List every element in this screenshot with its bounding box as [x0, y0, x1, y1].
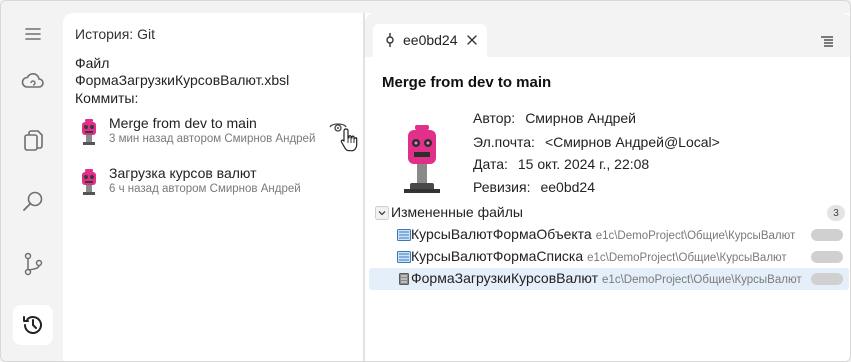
- file-item-name: ФормаЗагрузкиКурсовВалют: [411, 270, 599, 286]
- files-icon: [24, 130, 43, 151]
- file-item-path: e1c\DemoProject\Общие\КурсыВалют: [595, 230, 796, 242]
- tab-commit[interactable]: ee0bd24: [373, 24, 487, 57]
- robot-avatar-icon: [404, 125, 440, 193]
- file-item-path: e1c\DemoProject\Общие\КурсыВалют: [587, 252, 787, 264]
- file-item-path: e1c\DemoProject\Общие\КурсыВалют: [602, 274, 802, 286]
- history-icon: [23, 316, 42, 334]
- commit-meta: 6 ч назад автором Смирнов Андрей: [109, 183, 301, 195]
- search-button[interactable]: [13, 182, 53, 222]
- tab-label: ee0bd24: [403, 32, 458, 48]
- change-stat-badge: [811, 273, 843, 285]
- cloud-icon: [21, 73, 44, 88]
- search-icon: [23, 191, 43, 211]
- form-file-icon: [397, 229, 411, 241]
- email-label: Эл.почта:: [473, 134, 535, 150]
- revision-value: ee0bd24: [540, 179, 595, 195]
- changed-file-item[interactable]: КурсыВалютФормаСписка e1c\DemoProject\Общ…: [369, 246, 849, 268]
- date-value: 15 окт. 2024 г., 22:08: [517, 156, 650, 172]
- source-control-button[interactable]: [13, 244, 53, 284]
- commit-meta: 3 мин назад автором Смирнов Андрей: [109, 133, 316, 145]
- hand-pointer-icon: [340, 128, 358, 152]
- history-panel: История: Git Файл ФормаЗагрузкиКурсовВал…: [63, 13, 363, 361]
- commits-label: Коммиты:: [75, 90, 139, 106]
- explorer-button[interactable]: [13, 121, 53, 161]
- menu-button[interactable]: [13, 14, 53, 54]
- author-value: Смирнов Андрей: [525, 110, 637, 126]
- commit-details-panel: ee0bd24 Merge from dev to main Автор: Сми…: [365, 13, 850, 361]
- commit-icon: [386, 33, 394, 47]
- revision-row: Ревизия: ee0bd24: [473, 179, 595, 195]
- file-item-text: ФормаЗагрузкиКурсовВалют e1c\DemoProject\…: [411, 270, 802, 286]
- commit-item[interactable]: Merge from dev to main 3 мин назад автор…: [77, 115, 358, 155]
- commit-message: Загрузка курсов валют: [109, 165, 257, 181]
- file-item-text: КурсыВалютФормаСписка e1c\DemoProject\Общ…: [411, 248, 787, 264]
- source-control-icon: [24, 252, 43, 276]
- changed-file-item[interactable]: КурсыВалютФормаОбъекта e1c\DemoProject\Об…: [369, 224, 849, 246]
- file-item-name: КурсыВалютФормаОбъекта: [411, 226, 592, 242]
- close-icon[interactable]: [465, 33, 479, 47]
- window: История: Git Файл ФормаЗагрузкиКурсовВал…: [0, 0, 851, 362]
- changed-files-count: 3: [827, 205, 845, 221]
- email-value: <Смирнов Андрей@Local>: [544, 134, 720, 150]
- form-file-icon: [397, 251, 411, 263]
- chevron-down-icon: [375, 206, 389, 220]
- list-menu-icon[interactable]: [819, 33, 835, 49]
- panel-title: История: Git: [75, 26, 155, 42]
- robot-avatar-icon: [82, 169, 96, 195]
- tab-bar: ee0bd24: [365, 13, 850, 57]
- change-stat-badge: [811, 251, 843, 263]
- email-row: Эл.почта: <Смирнов Андрей@Local>: [473, 134, 720, 150]
- changed-files-label: Измененные файлы: [391, 204, 523, 220]
- activity-bar: [1, 1, 63, 361]
- robot-avatar-icon: [82, 119, 96, 145]
- author-label: Автор:: [473, 110, 516, 126]
- change-stat-badge: [811, 229, 843, 241]
- author-row: Автор: Смирнов Андрей: [473, 110, 636, 126]
- history-button[interactable]: [13, 305, 53, 345]
- changed-files-header[interactable]: Измененные файлы 3: [375, 203, 849, 223]
- file-item-text: КурсыВалютФормаОбъекта e1c\DemoProject\Об…: [411, 226, 795, 242]
- changed-file-item-selected[interactable]: ФормаЗагрузкиКурсовВалют e1c\DemoProject\…: [369, 268, 849, 290]
- commit-title: Merge from dev to main: [382, 74, 552, 91]
- date-label: Дата:: [473, 156, 508, 172]
- script-file-icon: [399, 273, 409, 285]
- file-item-name: КурсыВалютФормаСписка: [411, 248, 584, 264]
- commit-message: Merge from dev to main: [109, 115, 257, 131]
- date-row: Дата: 15 окт. 2024 г., 22:08: [473, 156, 649, 172]
- revision-label: Ревизия:: [473, 179, 531, 195]
- file-name: ФормаЗагрузкиКурсовВалют.xbsl: [75, 72, 290, 88]
- commit-item[interactable]: Загрузка курсов валют 6 ч назад автором …: [77, 165, 357, 205]
- cloud-button[interactable]: [13, 61, 53, 101]
- file-label: Файл: [75, 55, 110, 71]
- menu-icon: [25, 28, 41, 40]
